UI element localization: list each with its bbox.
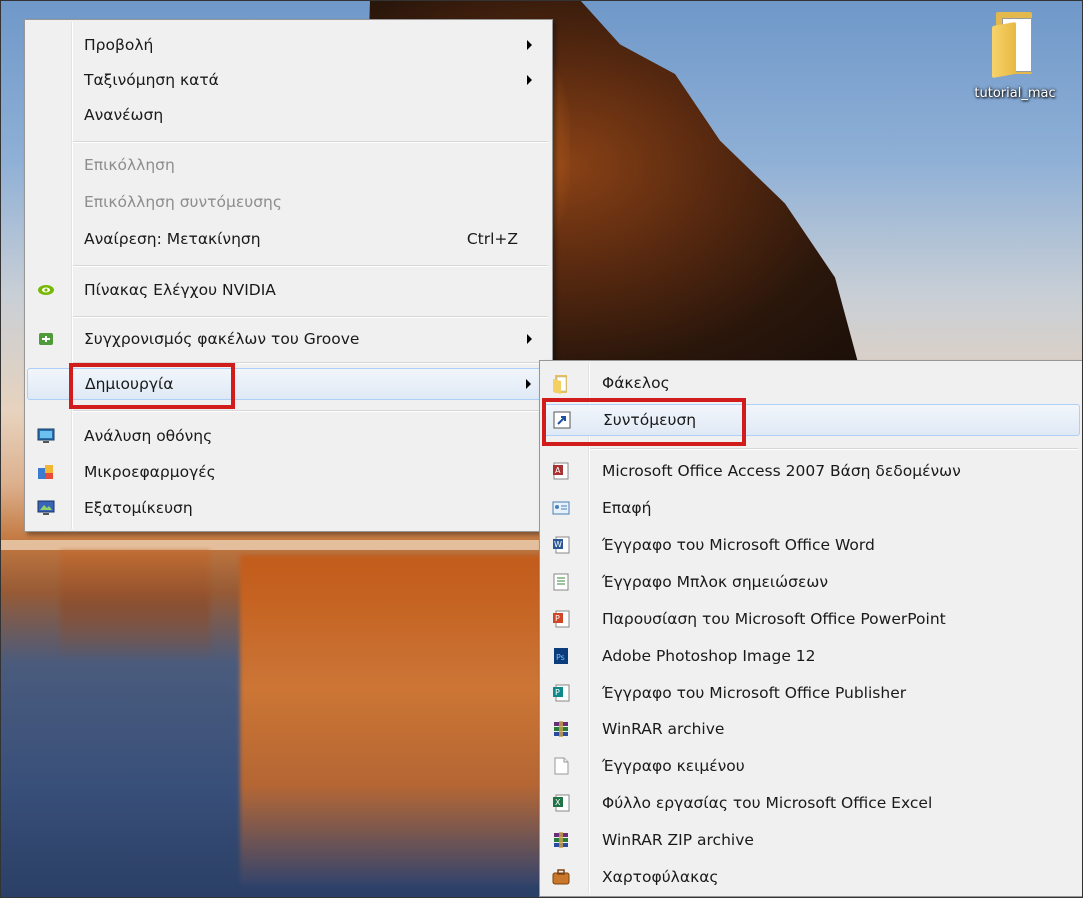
menu-item-label: Αναίρεση: Μετακίνηση <box>84 230 261 248</box>
submenu-item-winrar[interactable]: WinRAR archive <box>542 714 1080 744</box>
powerpoint-icon: P <box>552 610 570 628</box>
nvidia-icon <box>37 281 55 299</box>
menu-separator <box>73 362 548 364</box>
journal-icon <box>552 573 570 591</box>
menu-item-label: Φύλλο εργασίας του Microsoft Office Exce… <box>602 794 933 812</box>
submenu-arrow-icon <box>526 379 531 389</box>
contact-icon <box>552 499 570 517</box>
word-icon: W <box>552 536 570 554</box>
shortcut-icon <box>553 411 571 429</box>
menu-item-gadgets[interactable]: Μικροεφαρμογές <box>27 457 550 487</box>
menu-item-label: Adobe Photoshop Image 12 <box>602 647 816 665</box>
svg-text:P: P <box>555 614 560 623</box>
menu-item-paste: Επικόλληση <box>27 150 550 180</box>
menu-item-label: Χαρτοφύλακας <box>602 868 719 886</box>
desktop-icon-tutorial-mac[interactable]: tutorial_mac <box>960 6 1070 101</box>
submenu-arrow-icon <box>527 334 532 344</box>
submenu-item-photoshop[interactable]: Ps Adobe Photoshop Image 12 <box>542 641 1080 671</box>
menu-item-label: Ανάλυση οθόνης <box>84 427 213 445</box>
desktop-context-menu: Προβολή Ταξινόμηση κατά Ανανέωση Επικόλλ… <box>24 19 553 532</box>
submenu-item-text-document[interactable]: Έγγραφο κειμένου <box>542 751 1080 781</box>
submenu-item-access-db[interactable]: A Microsoft Office Access 2007 Βάση δεδο… <box>542 456 1080 486</box>
menu-item-paste-shortcut: Επικόλληση συντόμευσης <box>27 187 550 217</box>
menu-item-label: Επαφή <box>602 499 652 517</box>
menu-item-label: Εξατομίκευση <box>84 499 193 517</box>
briefcase-icon <box>552 868 570 886</box>
folder-icon <box>990 6 1040 79</box>
menu-separator <box>73 316 548 318</box>
menu-item-sort-by[interactable]: Ταξινόμηση κατά <box>27 65 550 95</box>
personalize-icon <box>37 499 55 517</box>
menu-item-label: Δημιουργία <box>85 375 174 393</box>
winrar-icon <box>552 720 570 738</box>
submenu-item-excel[interactable]: X Φύλλο εργασίας του Microsoft Office Ex… <box>542 788 1080 818</box>
new-submenu: Φάκελος Συντόμευση A Microsoft Office Ac… <box>539 360 1083 897</box>
menu-item-label: Προβολή <box>84 36 154 54</box>
winrar-zip-icon <box>552 831 570 849</box>
menu-item-label: Μικροεφαρμογές <box>84 463 216 481</box>
submenu-item-winrar-zip[interactable]: WinRAR ZIP archive <box>542 825 1080 855</box>
menu-item-label: Πίνακας Ελέγχου NVIDIA <box>84 281 276 299</box>
menu-item-label: Έγγραφο Μπλοκ σημειώσεων <box>602 573 828 591</box>
submenu-arrow-icon <box>527 75 532 85</box>
svg-text:A: A <box>555 466 561 475</box>
menu-item-groove-sync[interactable]: Συγχρονισμός φακέλων του Groove <box>27 324 550 354</box>
submenu-item-contact[interactable]: Επαφή <box>542 493 1080 523</box>
submenu-item-publisher[interactable]: P Έγγραφο του Microsoft Office Publisher <box>542 678 1080 708</box>
menu-separator <box>73 410 548 412</box>
svg-text:P: P <box>555 688 560 697</box>
menu-item-screen-resolution[interactable]: Ανάλυση οθόνης <box>27 421 550 451</box>
menu-item-label: WinRAR archive <box>602 720 725 738</box>
menu-item-label: Έγγραφο του Microsoft Office Publisher <box>602 684 907 702</box>
excel-icon: X <box>552 794 570 812</box>
submenu-item-folder[interactable]: Φάκελος <box>542 368 1080 398</box>
menu-separator <box>73 265 548 267</box>
access-icon: A <box>552 462 570 480</box>
menu-item-label: WinRAR ZIP archive <box>602 831 754 849</box>
desktop-icon-label: tutorial_mac <box>974 86 1056 101</box>
groove-icon <box>37 330 55 348</box>
menu-item-nvidia-control-panel[interactable]: Πίνακας Ελέγχου NVIDIA <box>27 275 550 305</box>
submenu-item-word-doc[interactable]: W Έγγραφο του Microsoft Office Word <box>542 530 1080 560</box>
menu-item-label: Επικόλληση συντόμευσης <box>84 193 282 211</box>
menu-item-label: Επικόλληση <box>84 156 175 174</box>
menu-item-new[interactable]: Δημιουργία <box>27 368 550 400</box>
menu-item-label: Φάκελος <box>602 374 670 392</box>
menu-item-view[interactable]: Προβολή <box>27 30 550 60</box>
svg-text:W: W <box>554 540 562 549</box>
menu-item-label: Ανανέωση <box>84 106 164 124</box>
menu-item-undo-move[interactable]: Αναίρεση: Μετακίνηση Ctrl+Z <box>27 224 550 254</box>
publisher-icon: P <box>552 684 570 702</box>
menu-item-label: Ταξινόμηση κατά <box>84 71 219 89</box>
submenu-arrow-icon <box>527 40 532 50</box>
menu-item-shortcut: Ctrl+Z <box>466 230 518 248</box>
display-icon <box>37 427 55 445</box>
menu-item-label: Συντόμευση <box>603 411 697 429</box>
menu-item-label: Έγγραφο του Microsoft Office Word <box>602 536 875 554</box>
menu-item-label: Microsoft Office Access 2007 Βάση δεδομέ… <box>602 462 961 480</box>
text-document-icon <box>552 757 570 775</box>
folder-icon <box>552 374 570 394</box>
menu-separator <box>73 141 548 143</box>
menu-item-label: Έγγραφο κειμένου <box>602 757 745 775</box>
menu-item-refresh[interactable]: Ανανέωση <box>27 100 550 130</box>
submenu-item-shortcut[interactable]: Συντόμευση <box>542 404 1080 436</box>
menu-separator <box>590 448 1078 450</box>
menu-item-personalize[interactable]: Εξατομίκευση <box>27 493 550 523</box>
menu-item-label: Παρουσίαση του Microsoft Office PowerPoi… <box>602 610 946 628</box>
submenu-item-journal-doc[interactable]: Έγγραφο Μπλοκ σημειώσεων <box>542 567 1080 597</box>
gadgets-icon <box>37 463 55 481</box>
photoshop-icon: Ps <box>552 647 570 665</box>
submenu-item-powerpoint[interactable]: P Παρουσίαση του Microsoft Office PowerP… <box>542 604 1080 634</box>
menu-item-label: Συγχρονισμός φακέλων του Groove <box>84 330 360 348</box>
svg-text:Ps: Ps <box>556 653 565 662</box>
submenu-item-briefcase[interactable]: Χαρτοφύλακας <box>542 862 1080 892</box>
svg-text:X: X <box>555 798 561 807</box>
